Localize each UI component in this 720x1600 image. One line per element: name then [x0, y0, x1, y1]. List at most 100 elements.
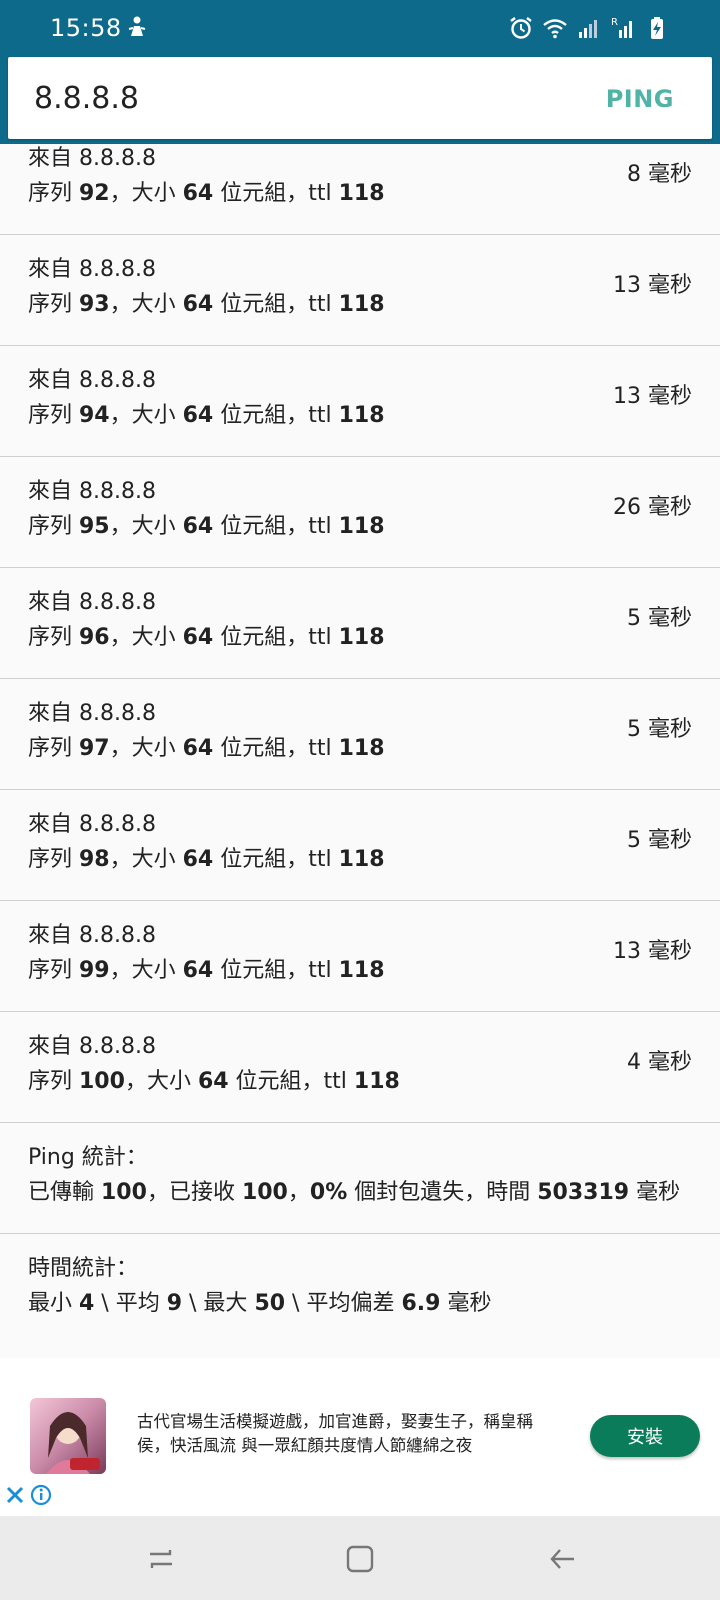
results-list[interactable]: 來自 8.8.8.8 序列 92，大小 64 位元組，ttl 118 8 毫秒 來自 …: [0, 144, 720, 1358]
time-statistics: 時間統計： 最小 4 \ 平均 9 \ 最大 50 \ 平均偏差 6.9 毫秒: [0, 1232, 720, 1345]
time-stats-line: 最小 4 \ 平均 9 \ 最大 50 \ 平均偏差 6.9 毫秒: [28, 1285, 491, 1317]
stats-label: 最小: [28, 1291, 79, 1316]
size-label: ，大小: [109, 292, 183, 317]
result-source: 來自 8.8.8.8: [28, 701, 156, 726]
ad-description[interactable]: 古代官場生活模擬遊戲，加官進爵，娶妻生子，稱皇稱侯，快活風流 與一眾紅顏共度情人…: [137, 1410, 557, 1458]
seq-label: 序列: [28, 181, 79, 206]
host-input[interactable]: [34, 75, 554, 121]
home-icon[interactable]: [343, 1542, 377, 1576]
result-details: 序列 94，大小 64 位元組，ttl 118: [28, 397, 385, 429]
roaming-signal-icon: R: [611, 17, 632, 38]
ttl-label: 位元組，ttl: [213, 181, 339, 206]
stats-label: ，已接收: [146, 1180, 242, 1205]
packet-size: 64: [182, 736, 214, 761]
ttl-label: 位元組，ttl: [213, 625, 339, 650]
ping-statistics: Ping 統計： 已傳輸 100，已接收 100，0% 個封包遺失，時間 503…: [0, 1121, 720, 1234]
ttl-value: 118: [338, 514, 385, 539]
alarm-icon: [510, 17, 532, 39]
result-time: 13 毫秒: [613, 273, 692, 298]
result-details: 序列 93，大小 64 位元組，ttl 118: [28, 286, 385, 318]
ttl-label: 位元組，ttl: [213, 958, 339, 983]
seq-number: 98: [79, 847, 110, 872]
result-source: 來自 8.8.8.8: [28, 257, 156, 282]
recent-apps-icon[interactable]: [144, 1542, 178, 1576]
result-time: 5 毫秒: [627, 606, 692, 631]
result-details: 序列 96，大小 64 位元組，ttl 118: [28, 619, 385, 651]
packet-size: 64: [182, 514, 214, 539]
result-row: 來自 8.8.8.8 序列 96，大小 64 位元組，ttl 118 5 毫秒: [0, 566, 720, 679]
result-source: 來自 8.8.8.8: [28, 590, 156, 615]
size-label: ，大小: [109, 181, 183, 206]
ttl-value: 118: [338, 181, 385, 206]
packet-size: 64: [182, 847, 214, 872]
ttl-value: 118: [338, 958, 385, 983]
seq-number: 94: [79, 403, 110, 428]
seq-number: 97: [79, 736, 110, 761]
ad-banner[interactable]: 古代官場生活模擬遊戲，加官進爵，娶妻生子，稱皇稱侯，快活風流 與一眾紅顏共度情人…: [0, 1358, 720, 1516]
ttl-value: 118: [353, 1069, 400, 1094]
ttl-label: 位元組，ttl: [213, 403, 339, 428]
ttl-label: 位元組，ttl: [213, 292, 339, 317]
status-time: 15:58: [50, 14, 122, 42]
seq-label: 序列: [28, 514, 79, 539]
result-details: 序列 100，大小 64 位元組，ttl 118: [28, 1063, 400, 1095]
result-row: 來自 8.8.8.8 序列 99，大小 64 位元組，ttl 118 13 毫秒: [0, 899, 720, 1012]
ping-button[interactable]: PING: [606, 79, 674, 119]
ttl-label: 位元組，ttl: [213, 736, 339, 761]
mdev-time: 6.9: [401, 1291, 441, 1316]
result-row: 來自 8.8.8.8 序列 92，大小 64 位元組，ttl 118 8 毫秒: [0, 144, 720, 235]
ttl-value: 118: [338, 625, 385, 650]
ttl-label: 位元組，ttl: [228, 1069, 354, 1094]
time-stats-title: 時間統計：: [28, 1256, 139, 1281]
stats-label: 毫秒: [440, 1291, 492, 1316]
result-time: 8 毫秒: [627, 162, 692, 187]
seq-number: 96: [79, 625, 110, 650]
ad-info-icon[interactable]: [30, 1484, 52, 1506]
result-source: 來自 8.8.8.8: [28, 923, 156, 948]
result-row: 來自 8.8.8.8 序列 97，大小 64 位元組，ttl 118 5 毫秒: [0, 677, 720, 790]
ping-app-screen: 15:58 R 8.8.8.8 PING 來自 8.8.8.8 序列 92，大小…: [0, 0, 720, 1600]
ttl-label: 位元組，ttl: [213, 847, 339, 872]
size-label: ，大小: [109, 403, 183, 428]
seq-label: 序列: [28, 736, 79, 761]
result-source: 來自 8.8.8.8: [28, 146, 156, 171]
result-details: 序列 92，大小 64 位元組，ttl 118: [28, 175, 385, 207]
ad-game-thumbnail[interactable]: [30, 1398, 106, 1474]
result-details: 序列 99，大小 64 位元組，ttl 118: [28, 952, 385, 984]
packet-size: 64: [182, 958, 214, 983]
result-source: 來自 8.8.8.8: [28, 368, 156, 393]
size-label: ，大小: [109, 514, 183, 539]
packet-size: 64: [182, 625, 214, 650]
seq-label: 序列: [28, 625, 79, 650]
seq-label: 序列: [28, 958, 79, 983]
result-time: 5 毫秒: [627, 828, 692, 853]
ad-close-icon[interactable]: [4, 1484, 26, 1506]
packet-size: 64: [197, 1069, 229, 1094]
wifi-icon: [543, 19, 567, 39]
ttl-value: 118: [338, 847, 385, 872]
back-icon[interactable]: [546, 1542, 580, 1576]
seq-number: 99: [79, 958, 110, 983]
result-time: 13 毫秒: [613, 384, 692, 409]
ad-install-button[interactable]: 安裝: [590, 1415, 700, 1457]
size-label: ，大小: [109, 958, 183, 983]
seq-label: 序列: [28, 847, 79, 872]
seq-number: 95: [79, 514, 110, 539]
size-label: ，大小: [109, 847, 183, 872]
stats-label: \ 最大: [182, 1291, 255, 1316]
received-count: 100: [241, 1180, 288, 1205]
status-icons: R: [508, 14, 670, 42]
result-time: 5 毫秒: [627, 717, 692, 742]
min-time: 4: [79, 1291, 95, 1316]
stats-label: ，: [287, 1180, 310, 1205]
result-time: 13 毫秒: [613, 939, 692, 964]
stats-label: 毫秒: [629, 1180, 681, 1205]
total-time: 503319: [537, 1180, 630, 1205]
silent-mode-icon: [128, 16, 146, 36]
result-source: 來自 8.8.8.8: [28, 812, 156, 837]
ttl-value: 118: [338, 403, 385, 428]
result-row: 來自 8.8.8.8 序列 100，大小 64 位元組，ttl 118 4 毫秒: [0, 1010, 720, 1123]
ping-stats-title: Ping 統計：: [28, 1145, 148, 1170]
seq-number: 100: [79, 1069, 125, 1094]
ttl-value: 118: [338, 292, 385, 317]
